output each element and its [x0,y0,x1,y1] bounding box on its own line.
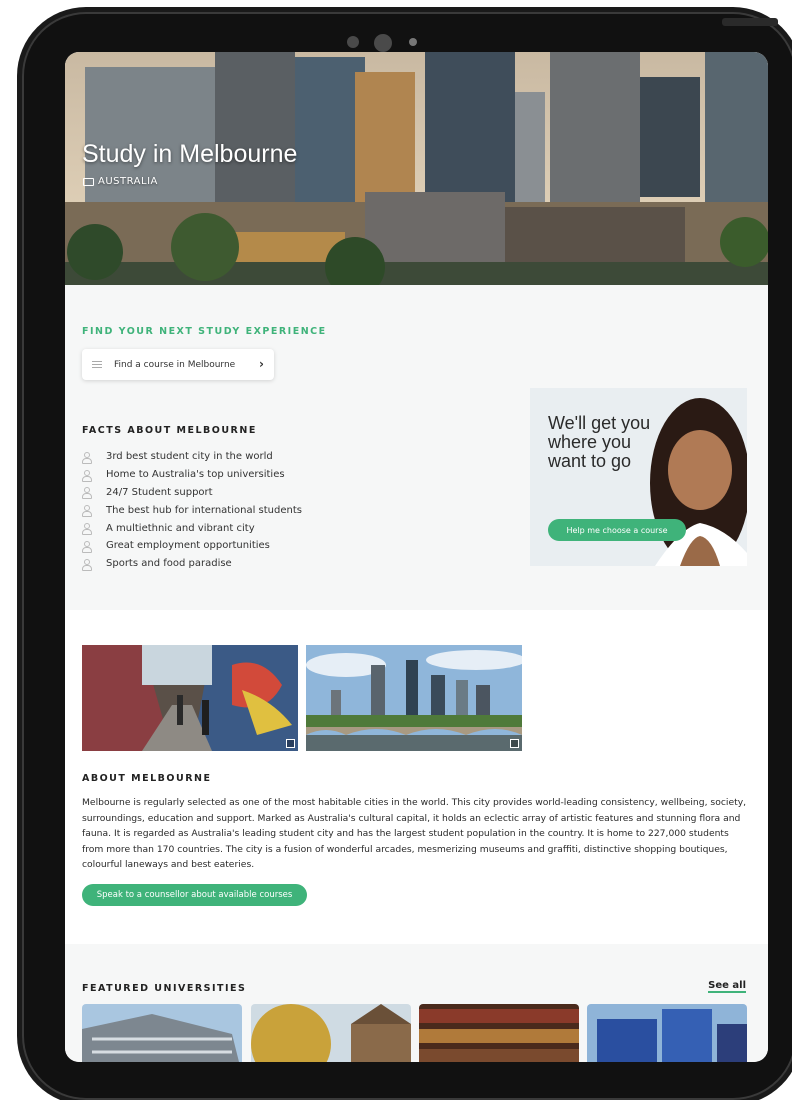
find-course-label: Find a course in Melbourne [114,359,236,370]
fact-text: Home to Australia's top universities [106,469,285,481]
fact-text: A multiethnic and vibrant city [106,522,255,534]
sensor-dot [347,36,359,48]
expand-icon[interactable] [510,739,519,748]
see-all-link[interactable]: See all [708,980,746,993]
hero-banner: Study in Melbourne AUSTRALIA [65,52,768,285]
person-icon [82,451,92,464]
find-heading: FIND YOUR NEXT STUDY EXPERIENCE [82,326,327,337]
university-card[interactable] [251,1004,411,1062]
list-item: 3rd best student city in the world [82,448,302,466]
person-icon [82,505,92,518]
promo-text: We'll get you where you want to go [548,413,651,471]
power-button [722,18,778,26]
graffiti-lane-photo[interactable] [82,645,298,751]
expand-icon[interactable] [286,739,295,748]
list-item: Home to Australia's top universities [82,466,302,484]
speak-counsellor-button[interactable]: Speak to a counsellor about available co… [82,884,307,906]
facts-list: 3rd best student city in the world Home … [82,448,302,573]
bridge-image [306,645,522,751]
list-icon [92,361,102,368]
featured-section: FEATURED UNIVERSITIES See all [65,944,768,1062]
sensor-dot [409,38,417,46]
list-item: The best hub for international students [82,501,302,519]
person-icon [82,540,92,553]
location-text: AUSTRALIA [98,176,158,187]
camera [374,34,392,52]
person-icon [82,487,92,500]
help-choose-course-button[interactable]: Help me choose a course [548,519,686,541]
list-item: Great employment opportunities [82,537,302,555]
facts-heading: FACTS ABOUT MELBOURNE [82,425,257,436]
fact-text: 24/7 Student support [106,486,213,498]
university-image [251,1004,411,1062]
about-heading: ABOUT MELBOURNE [82,773,212,784]
person-icon [82,558,92,571]
person-icon [82,523,92,536]
university-image [82,1004,242,1062]
location-label[interactable]: AUSTRALIA [83,176,158,187]
find-course-button[interactable]: Find a course in Melbourne › [82,349,274,380]
promo-banner[interactable]: We'll get you where you want to go Help … [530,388,747,566]
university-card[interactable] [587,1004,747,1062]
fact-text: 3rd best student city in the world [106,451,273,463]
list-item: A multiethnic and vibrant city [82,519,302,537]
city-bridge-photo[interactable] [306,645,522,751]
about-section: ABOUT MELBOURNE Melbourne is regularly s… [65,610,768,944]
list-item: Sports and food paradise [82,555,302,573]
about-body: Melbourne is regularly selected as one o… [82,797,747,870]
page-title: Study in Melbourne [82,140,298,168]
featured-heading: FEATURED UNIVERSITIES [82,983,247,994]
fact-text: Great employment opportunities [106,540,270,552]
person-icon [82,469,92,482]
university-image [587,1004,747,1062]
fact-text: The best hub for international students [106,504,302,516]
graffiti-image [82,645,298,751]
university-card[interactable] [419,1004,579,1062]
chevron-right-icon: › [259,357,264,371]
fact-text: Sports and food paradise [106,558,232,570]
find-section: FIND YOUR NEXT STUDY EXPERIENCE Find a c… [65,285,768,610]
flag-icon [83,177,94,186]
screen: Study in Melbourne AUSTRALIA FIND YOUR N… [65,52,768,1062]
university-card[interactable] [82,1004,242,1062]
list-item: 24/7 Student support [82,484,302,502]
university-image [419,1004,579,1062]
